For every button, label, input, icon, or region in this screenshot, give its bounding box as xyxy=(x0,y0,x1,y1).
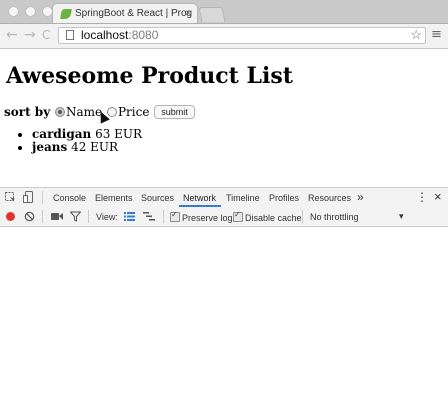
separator xyxy=(88,210,89,223)
page-title: Aweseome Product List xyxy=(6,63,293,89)
tab-sources[interactable]: Sources xyxy=(141,193,174,203)
sort-label: sort by xyxy=(4,105,51,119)
title-bar: SpringBoot & React | Prog × xyxy=(0,0,448,24)
devtools-tab-bar: Console Elements Sources Network Timelin… xyxy=(0,187,448,208)
page-icon xyxy=(66,30,74,40)
disable-cache-option[interactable]: Disable cache xyxy=(233,210,302,223)
tab-timeline[interactable]: Timeline xyxy=(226,193,260,203)
tab-close-icon[interactable]: × xyxy=(185,4,191,23)
back-arrow-icon[interactable]: ← xyxy=(6,27,18,43)
separator xyxy=(42,191,43,204)
disable-cache-checkbox[interactable] xyxy=(233,210,243,222)
sort-name-radio[interactable] xyxy=(55,107,65,117)
network-toolbar: View: Preserve log Disable cache No thro… xyxy=(0,207,448,227)
device-mode-icon[interactable] xyxy=(23,191,34,204)
video-camera-icon[interactable] xyxy=(51,212,64,221)
forward-arrow-icon[interactable]: → xyxy=(24,27,36,43)
preserve-log-label: Preserve log xyxy=(182,213,233,223)
more-tabs-icon[interactable]: » xyxy=(357,190,364,204)
throttling-select[interactable]: No throttling xyxy=(310,212,359,222)
product-name: cardigan xyxy=(32,127,92,141)
product-price: 63 EUR xyxy=(95,127,143,141)
tab-console[interactable]: Console xyxy=(53,193,86,203)
waterfall-overview-icon[interactable] xyxy=(143,212,155,221)
preserve-log-option[interactable]: Preserve log xyxy=(170,210,233,223)
url-host: localhost xyxy=(81,28,129,42)
record-icon[interactable] xyxy=(5,211,16,222)
list-item: jeans 42 EUR xyxy=(32,141,142,154)
inspect-element-icon[interactable] xyxy=(5,192,16,203)
tab-elements[interactable]: Elements xyxy=(95,193,133,203)
tab-network[interactable]: Network xyxy=(183,193,216,203)
menu-icon[interactable]: ≡ xyxy=(431,27,442,42)
separator xyxy=(163,210,164,223)
throttling-value: No throttling xyxy=(310,212,359,222)
tab-resources[interactable]: Resources xyxy=(308,193,351,203)
kebab-menu-icon[interactable]: ⋮ xyxy=(416,190,428,204)
sort-price-label: Price xyxy=(117,105,150,119)
tab-profiles[interactable]: Profiles xyxy=(269,193,299,203)
preserve-log-checkbox[interactable] xyxy=(170,210,180,222)
product-name: jeans xyxy=(32,140,68,154)
submit-button[interactable]: submit xyxy=(154,105,195,119)
close-devtools-icon[interactable]: × xyxy=(434,189,442,204)
spring-leaf-icon xyxy=(60,9,72,19)
separator xyxy=(302,210,303,223)
filter-icon[interactable] xyxy=(70,211,81,222)
chevron-down-icon[interactable]: ▾ xyxy=(399,211,404,222)
product-price: 42 EUR xyxy=(71,140,119,154)
separator xyxy=(42,210,43,223)
devtools-panel: Console Elements Sources Network Timelin… xyxy=(0,187,448,402)
address-bar[interactable]: localhost:8080 ☆ xyxy=(58,27,426,44)
disable-cache-label: Disable cache xyxy=(245,213,302,223)
browser-tab[interactable]: SpringBoot & React | Prog × xyxy=(52,3,198,23)
minimize-window-button[interactable] xyxy=(25,6,36,17)
page-content: Aweseome Product List sort by Name Price… xyxy=(0,49,448,187)
tab-title: SpringBoot & React | Prog xyxy=(75,8,193,19)
product-list: cardigan 63 EUR jeans 42 EUR xyxy=(14,128,142,154)
browser-window: SpringBoot & React | Prog × ← → C localh… xyxy=(0,0,448,402)
bookmark-star-icon[interactable]: ☆ xyxy=(410,27,422,42)
browser-toolbar: ← → C localhost:8080 ☆ ≡ xyxy=(0,24,448,49)
clear-icon[interactable] xyxy=(24,211,35,222)
large-rows-icon[interactable] xyxy=(124,212,135,221)
close-window-button[interactable] xyxy=(8,6,19,17)
new-tab-button[interactable] xyxy=(198,7,226,22)
view-label: View: xyxy=(96,212,118,222)
url-port: :8080 xyxy=(128,28,159,42)
reload-icon[interactable]: C xyxy=(42,28,50,42)
